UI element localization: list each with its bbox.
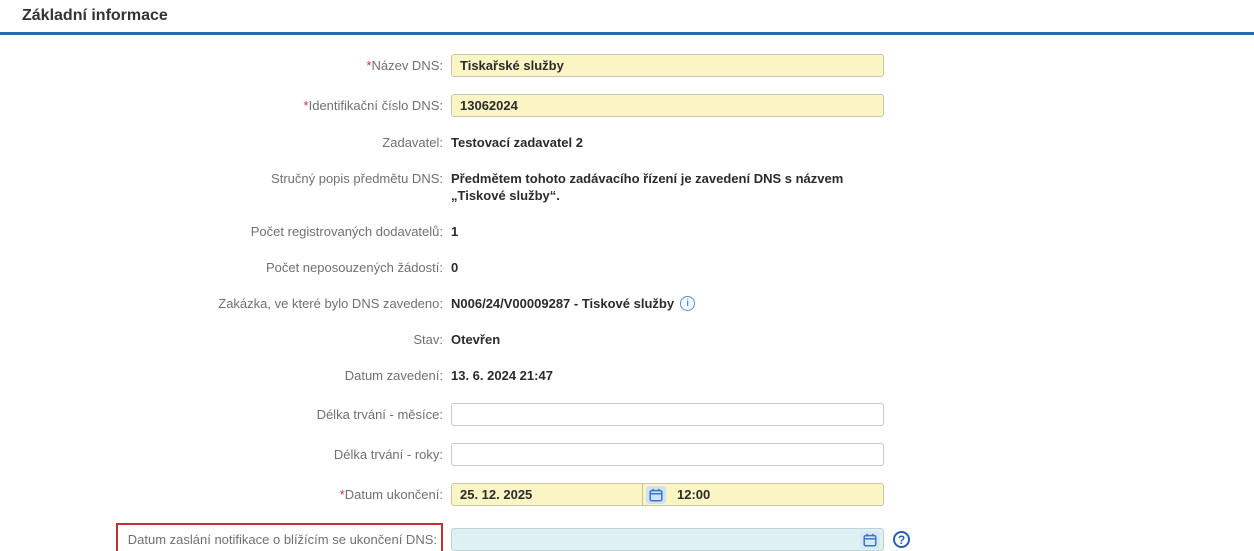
form-row-zakazka: Zakázka, ve které bylo DNS zavedeno: N00… [0, 295, 1254, 312]
zakazka-value: N006/24/V00009287 - Tiskové služby [451, 296, 675, 311]
field-label: Zakázka, ve které bylo DNS zavedeno: [218, 296, 443, 311]
calendar-icon[interactable] [860, 530, 880, 549]
datum-notifikace-input[interactable] [452, 530, 857, 549]
form-row-pocet-zadosti: Počet neposouzených žádostí: 0 [0, 259, 1254, 276]
basic-information-panel: Základní informace *Název DNS: *Identifi… [0, 0, 1254, 551]
form-row-strucny-popis: Stručný popis předmětu DNS: Předmětem to… [0, 170, 1254, 204]
field-label: Délka trvání - měsíce: [316, 407, 443, 422]
form-row-datum-notifikace: Datum zaslání notifikace o blížícím se u… [0, 523, 1254, 551]
help-icon[interactable]: ? [893, 531, 910, 548]
field-label: Stav: [413, 332, 443, 347]
form-row-delka-mesice: Délka trvání - měsíce: [0, 403, 1254, 426]
field-label: Počet neposouzených žádostí: [265, 260, 443, 275]
datum-ukonceni-field [451, 483, 884, 506]
field-label: Počet registrovaných dodavatelů: [250, 224, 443, 239]
strucny-popis-value: Předmětem tohoto zadávacího řízení je za… [451, 171, 844, 203]
field-label: Datum zaslání notifikace o blížícím se u… [0, 523, 443, 551]
pocet-zadosti-value: 0 [451, 260, 459, 275]
nazev-dns-input[interactable] [451, 54, 884, 77]
form-row-nazev-dns: *Název DNS: [0, 54, 1254, 77]
field-label: Stručný popis předmětu DNS: [271, 171, 443, 186]
zadavatel-value: Testovací zadavatel 2 [451, 135, 583, 150]
info-icon[interactable]: i [680, 296, 696, 311]
form-row-datum-ukonceni: *Datum ukončení: [0, 483, 1254, 506]
field-label: Délka trvání - roky: [333, 447, 443, 462]
datum-ukonceni-date-input[interactable] [452, 484, 643, 505]
delka-trvani-roky-input[interactable] [451, 443, 884, 466]
field-label: *Název DNS: [366, 58, 443, 73]
datum-zavedeni-value: 13. 6. 2024 21:47 [451, 368, 553, 383]
page-title: Základní informace [0, 0, 1254, 35]
calendar-icon[interactable] [646, 485, 666, 504]
form-row-stav: Stav: Otevřen [0, 331, 1254, 348]
delka-trvani-mesice-input[interactable] [451, 403, 884, 426]
form-row-zadavatel: Zadavatel: Testovací zadavatel 2 [0, 134, 1254, 151]
identifikacni-cislo-input[interactable] [451, 94, 884, 117]
datum-ukonceni-time-input[interactable] [669, 485, 883, 504]
form-row-pocet-dodavatelu: Počet registrovaných dodavatelů: 1 [0, 223, 1254, 240]
stav-value: Otevřen [451, 332, 501, 347]
field-label: *Datum ukončení: [339, 487, 443, 502]
form-row-delka-roky: Délka trvání - roky: [0, 443, 1254, 466]
field-label: Datum zavedení: [344, 368, 443, 383]
dns-basic-info-form: *Název DNS: *Identifikační číslo DNS: Za… [0, 35, 1254, 551]
form-row-datum-zavedeni: Datum zavedení: 13. 6. 2024 21:47 [0, 367, 1254, 384]
form-row-identifikacni-cislo: *Identifikační číslo DNS: [0, 94, 1254, 117]
annotation-highlight-box: Datum zaslání notifikace o blížícím se u… [115, 523, 443, 551]
pocet-dodavatelu-value: 1 [451, 224, 459, 239]
field-label: Zadavatel: [382, 135, 443, 150]
datum-notifikace-field [451, 528, 884, 551]
field-label: *Identifikační číslo DNS: [303, 98, 443, 113]
